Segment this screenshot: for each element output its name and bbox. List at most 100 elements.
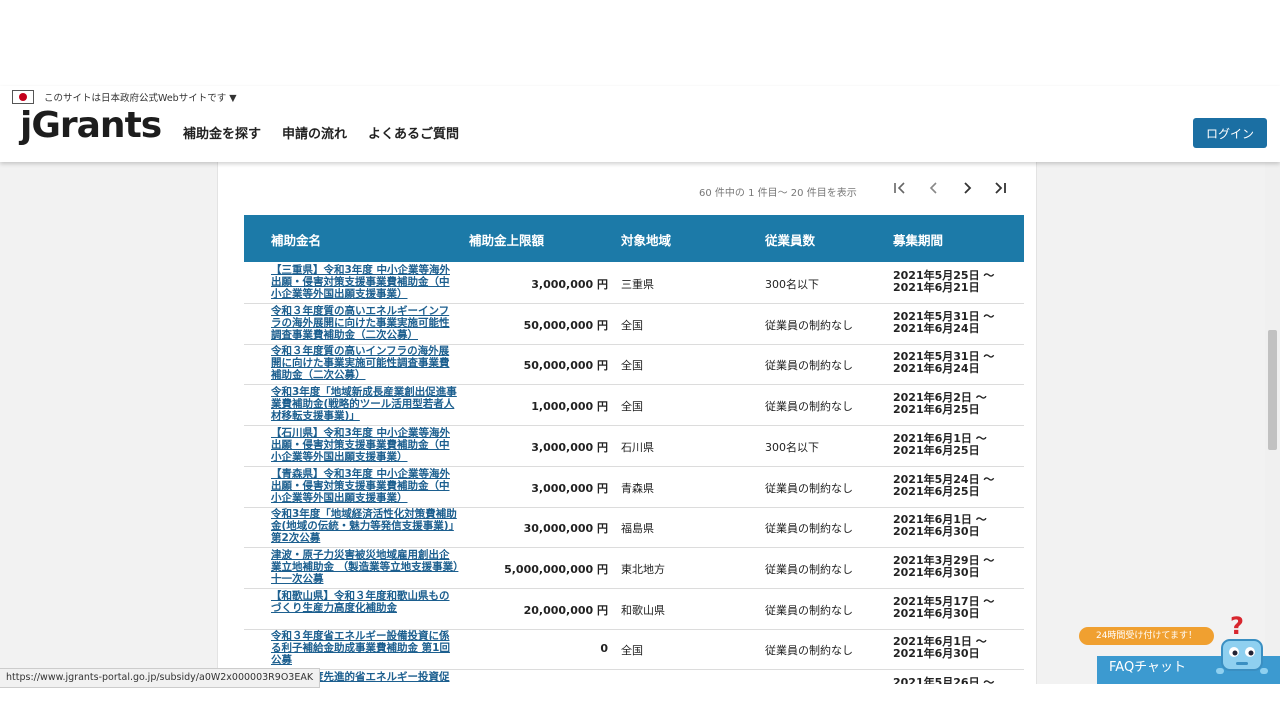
table-row: 【和歌山県】令和３年度和歌山県ものづくり生産力高度化補助金 20,000,000 … [244, 589, 1024, 630]
subsidy-name-link[interactable]: 令和３年度省エネルギー設備投資に係る利子補給金助成事業費補助金 第1回公募 [271, 630, 459, 666]
svg-text:?: ? [1230, 612, 1244, 640]
period-end: 2021年6月24日 [893, 362, 980, 376]
next-page-icon[interactable] [956, 180, 978, 202]
target-area: 和歌山県 [621, 603, 665, 617]
table-header: 補助金名 補助金上限額 対象地域 従業員数 募集期間 [244, 215, 1024, 262]
period-end: 2021年6月30日 [893, 606, 980, 620]
period: 2021年5月24日 ～ 2021年6月25日 [893, 472, 995, 498]
top-blank-area [0, 0, 1280, 86]
chat-bubble[interactable]: 24時間受け付けてます！ [1079, 627, 1214, 645]
table-row: 令和３年度先進的省エネルギー投資促 2021年5月26日 ～ [244, 670, 1024, 684]
period: 2021年6月1日 ～ 2021年6月30日 [893, 636, 987, 660]
target-area: 東北地方 [621, 562, 665, 576]
max-amount: 50,000,000 円 [523, 318, 608, 332]
period: 2021年5月31日 ～ 2021年6月24日 [893, 351, 994, 375]
period: 2021年5月26日 ～ [893, 676, 995, 685]
login-button[interactable]: ログイン [1193, 118, 1267, 148]
main-nav: 補助金を探す 申請の流れ よくあるご質問 [183, 123, 459, 142]
table-row: 令和3年度「地域新成長産業創出促進事業費補助金(戦略的ツール活用型若者人材移転支… [244, 385, 1024, 427]
period-end: 2021年6月25日 [893, 403, 980, 417]
period-start: 2021年5月17日 ～ [893, 594, 995, 608]
period-end: 2021年6月30日 [893, 525, 980, 539]
robot-mascot-icon[interactable]: ? [1216, 612, 1272, 688]
period-end: 2021年6月24日 [893, 321, 980, 335]
bottom-blank-area [0, 684, 1280, 720]
max-amount: 30,000,000 円 [523, 522, 608, 536]
subsidy-name-link[interactable]: 令和3年度「地域新成長産業創出促進事業費補助金(戦略的ツール活用型若者人材移転支… [271, 386, 459, 422]
period-start: 2021年6月1日 ～ [893, 431, 987, 445]
employee-count: 従業員の制約なし [765, 603, 853, 617]
pager-summary: 60 件中の 1 件目～ 20 件目を表示 [699, 188, 857, 199]
max-amount: 50,000,000 円 [523, 359, 608, 373]
site-header: このサイトは日本政府公式Webサイトです ▼ jGrants 補助金を探す 申請… [0, 86, 1280, 162]
scrollbar-thumb[interactable] [1268, 330, 1277, 450]
table-row: 【青森県】令和3年度 中小企業等海外出願・侵害対策支援事業費補助金（中小企業等外… [244, 467, 1024, 508]
max-amount: 5,000,000,000 円 [504, 562, 608, 576]
japan-flag-icon [12, 90, 34, 104]
target-area: 全国 [621, 400, 643, 414]
target-area: 全国 [621, 318, 643, 332]
max-amount: 20,000,000 円 [523, 603, 608, 617]
nav-faq[interactable]: よくあるご質問 [368, 123, 459, 142]
target-area: 石川県 [621, 440, 654, 454]
header-period[interactable]: 募集期間 [893, 230, 943, 249]
period-end: 2021年6月25日 [893, 484, 980, 498]
subsidy-name-link[interactable]: 【青森県】令和3年度 中小企業等海外出願・侵害対策支援事業費補助金（中小企業等外… [271, 468, 459, 504]
prev-page-icon[interactable] [923, 180, 945, 202]
target-area: 青森県 [621, 481, 654, 495]
period: 2021年5月17日 ～ 2021年6月30日 [893, 594, 995, 620]
header-target-area[interactable]: 対象地域 [621, 230, 671, 249]
results-card: 60 件中の 1 件目～ 20 件目を表示 補助金名 補助金上限額 対象地域 従… [217, 162, 1037, 684]
period-end: 2021年6月25日 [893, 443, 980, 457]
period-end: 2021年6月21日 [893, 281, 980, 294]
max-amount: 3,000,000 円 [531, 440, 608, 454]
jgrants-logo[interactable]: jGrants [20, 104, 162, 148]
employee-count: 300名以下 [765, 278, 819, 291]
period-end: 2021年6月30日 [893, 647, 980, 661]
period-end: 2021年6月30日 [893, 565, 980, 579]
employee-count: 従業員の制約なし [765, 481, 853, 495]
target-area: 全国 [621, 644, 643, 658]
employee-count: 従業員の制約なし [765, 318, 853, 332]
employee-count: 従業員の制約なし [765, 522, 853, 536]
period: 2021年6月2日 ～ 2021年6月25日 [893, 392, 987, 416]
status-bar-url: https://www.jgrants-portal.go.jp/subsidy… [0, 668, 321, 688]
period: 2021年6月1日 ～ 2021年6月25日 [893, 431, 987, 457]
table-row: 令和３年度質の高いエネルギーインフラの海外展開に向けた事業実施可能性調査事業費補… [244, 304, 1024, 345]
employee-count: 従業員の制約なし [765, 359, 853, 373]
subsidy-name-link[interactable]: 令和3年度「地域経済活性化対策費補助金(地域の伝統・魅力等発信支援事業)」第2次… [271, 508, 459, 544]
table-row: 【三重県】令和3年度 中小企業等海外出願・侵害対策支援事業費補助金（中小企業等外… [244, 263, 1024, 304]
table-row: 津波・原子力災害被災地域雇用創出企業立地補助金 （製造業等立地支援事業）十一次公… [244, 548, 1024, 589]
table-row: 令和3年度「地域経済活性化対策費補助金(地域の伝統・魅力等発信支援事業)」第2次… [244, 507, 1024, 549]
nav-search-subsidy[interactable]: 補助金を探す [183, 123, 261, 142]
table-row: 令和３年度質の高いインフラの海外展開に向けた事業実施可能性調査事業費補助金（二次… [244, 344, 1024, 386]
subsidy-name-link[interactable]: 津波・原子力災害被災地域雇用創出企業立地補助金 （製造業等立地支援事業）十一次公… [271, 549, 459, 585]
table-row: 【石川県】令和3年度 中小企業等海外出願・侵害対策支援事業費補助金（中小企業等外… [244, 426, 1024, 467]
target-area: 福島県 [621, 522, 654, 536]
subsidy-name-link[interactable]: 【石川県】令和3年度 中小企業等海外出願・侵害対策支援事業費補助金（中小企業等外… [271, 427, 459, 463]
employee-count: 従業員の制約なし [765, 644, 853, 658]
subsidy-name-link[interactable]: 令和３年度質の高いエネルギーインフラの海外展開に向けた事業実施可能性調査事業費補… [271, 305, 459, 341]
max-amount: 1,000,000 円 [531, 400, 608, 414]
nav-application-flow[interactable]: 申請の流れ [282, 123, 347, 142]
header-max-amount[interactable]: 補助金上限額 [469, 230, 544, 249]
target-area: 三重県 [621, 278, 654, 291]
subsidy-name-link[interactable]: 【和歌山県】令和３年度和歌山県ものづくり生産力高度化補助金 [271, 590, 459, 614]
header-subsidy-name[interactable]: 補助金名 [271, 230, 321, 249]
gov-notice-text: このサイトは日本政府公式Webサイトです ▼ [44, 93, 237, 104]
period: 2021年5月25日 ～ 2021年6月21日 [893, 270, 994, 294]
period: 2021年3月29日 ～ 2021年6月30日 [893, 554, 994, 579]
employee-count: 従業員の制約なし [765, 400, 853, 414]
table-row: 令和３年度省エネルギー設備投資に係る利子補給金助成事業費補助金 第1回公募 0 全国… [244, 629, 1024, 671]
last-page-icon[interactable] [989, 180, 1011, 202]
max-amount: 3,000,000 円 [531, 278, 608, 291]
header-employees[interactable]: 従業員数 [765, 230, 815, 249]
max-amount: 0 [600, 642, 608, 656]
subsidy-name-link[interactable]: 【三重県】令和3年度 中小企業等海外出願・侵害対策支援事業費補助金（中小企業等外… [271, 264, 459, 300]
period-start: 2021年5月31日 ～ [893, 309, 995, 323]
period-start: 2021年5月24日 ～ [893, 472, 995, 486]
first-page-icon[interactable] [889, 180, 911, 202]
subsidy-name-link[interactable]: 令和３年度質の高いインフラの海外展開に向けた事業実施可能性調査事業費補助金（二次… [271, 345, 459, 381]
max-amount: 3,000,000 円 [531, 481, 608, 495]
period-start: 2021年5月26日 ～ [893, 676, 995, 685]
